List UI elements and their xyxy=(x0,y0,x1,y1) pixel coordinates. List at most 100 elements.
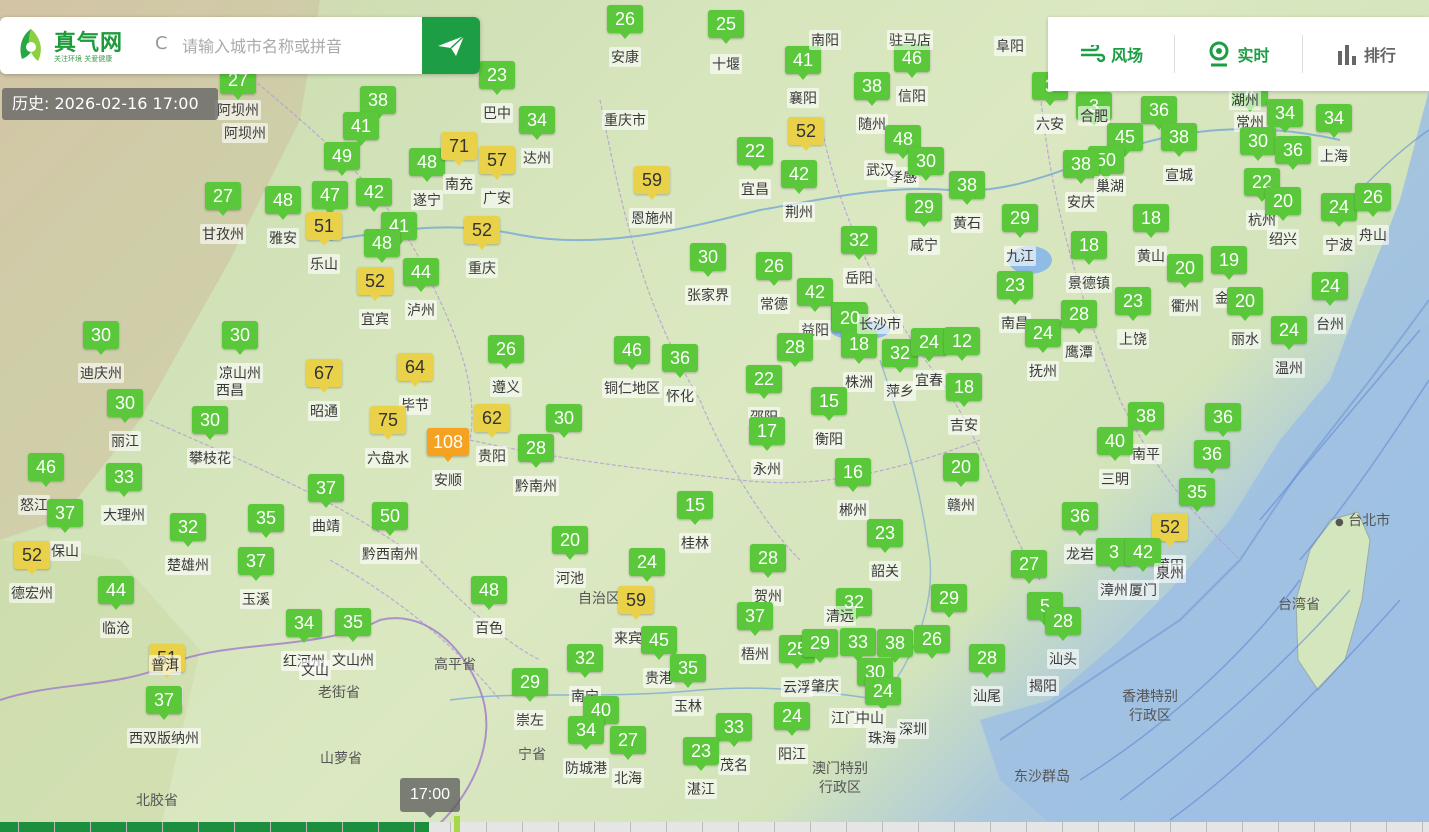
aqi-marker[interactable]: 64 xyxy=(397,353,433,387)
aqi-marker[interactable]: 24 xyxy=(1025,319,1061,353)
aqi-marker[interactable]: 37 xyxy=(238,547,274,581)
aqi-marker[interactable]: 16 xyxy=(835,458,871,492)
aqi-marker[interactable]: 59 xyxy=(634,166,670,200)
aqi-marker[interactable]: 34 xyxy=(286,609,322,643)
aqi-marker[interactable]: 24 xyxy=(865,677,901,711)
timeline-slider[interactable] xyxy=(0,822,1429,832)
aqi-marker[interactable]: 42 xyxy=(356,178,392,212)
ranking-toggle[interactable]: 排行 xyxy=(1301,35,1429,73)
aqi-marker[interactable]: 29 xyxy=(906,193,942,227)
aqi-marker[interactable]: 24 xyxy=(1271,316,1307,350)
aqi-marker[interactable]: 59 xyxy=(618,586,654,620)
aqi-marker[interactable]: 52 xyxy=(1152,513,1188,547)
aqi-marker[interactable]: 52 xyxy=(14,541,50,575)
aqi-marker[interactable]: 37 xyxy=(146,686,182,720)
aqi-marker[interactable]: 29 xyxy=(931,584,967,618)
aqi-marker[interactable]: 57 xyxy=(479,146,515,180)
aqi-marker[interactable]: 34 xyxy=(568,716,604,750)
aqi-marker[interactable]: 42 xyxy=(797,278,833,312)
aqi-marker[interactable]: 38 xyxy=(1161,123,1197,157)
aqi-marker[interactable]: 24 xyxy=(629,548,665,582)
aqi-marker[interactable]: 34 xyxy=(519,106,555,140)
aqi-marker[interactable]: 30 xyxy=(107,389,143,423)
aqi-marker[interactable]: 20 xyxy=(1227,287,1263,321)
aqi-marker[interactable]: 36 xyxy=(1205,403,1241,437)
aqi-marker[interactable]: 28 xyxy=(518,434,554,468)
realtime-toggle[interactable]: 实时 xyxy=(1174,35,1301,73)
aqi-marker[interactable]: 24 xyxy=(1312,272,1348,306)
aqi-marker[interactable]: 29 xyxy=(1002,204,1038,238)
aqi-marker[interactable]: 42 xyxy=(781,160,817,194)
aqi-marker[interactable]: 29 xyxy=(512,668,548,702)
aqi-marker[interactable]: 42 xyxy=(1125,538,1161,572)
aqi-marker[interactable]: 47 xyxy=(312,181,348,215)
aqi-marker[interactable]: 49 xyxy=(324,142,360,176)
aqi-marker[interactable]: 24 xyxy=(774,702,810,736)
aqi-marker[interactable]: 32 xyxy=(567,644,603,678)
aqi-marker[interactable]: 35 xyxy=(335,608,371,642)
wind-field-toggle[interactable]: 风场 xyxy=(1048,35,1174,73)
aqi-marker[interactable]: 32 xyxy=(841,226,877,260)
aqi-marker[interactable]: 24 xyxy=(1321,193,1357,227)
aqi-marker[interactable]: 48 xyxy=(471,576,507,610)
aqi-marker[interactable]: 35 xyxy=(1179,478,1215,512)
aqi-marker[interactable]: 26 xyxy=(488,335,524,369)
aqi-marker[interactable]: 38 xyxy=(854,72,890,106)
aqi-marker[interactable]: 20 xyxy=(1167,254,1203,288)
aqi-marker[interactable]: 38 xyxy=(360,86,396,120)
aqi-marker[interactable]: 48 xyxy=(364,229,400,263)
aqi-marker[interactable]: 38 xyxy=(949,171,985,205)
aqi-marker[interactable]: 51 xyxy=(306,212,342,246)
aqi-marker[interactable]: 15 xyxy=(677,491,713,525)
aqi-marker[interactable]: 52 xyxy=(788,117,824,151)
aqi-marker[interactable]: 18 xyxy=(1071,231,1107,265)
aqi-marker[interactable]: 23 xyxy=(683,737,719,771)
aqi-marker[interactable]: 30 xyxy=(690,243,726,277)
aqi-marker[interactable]: 26 xyxy=(756,252,792,286)
aqi-marker[interactable]: 25 xyxy=(708,10,744,44)
aqi-marker[interactable]: 34 xyxy=(1267,99,1303,133)
aqi-marker[interactable]: 28 xyxy=(969,644,1005,678)
aqi-marker[interactable]: 36 xyxy=(662,344,698,378)
aqi-marker[interactable]: 19 xyxy=(1211,246,1247,280)
aqi-marker[interactable]: 32 xyxy=(170,513,206,547)
aqi-marker[interactable]: 26 xyxy=(607,5,643,39)
aqi-marker[interactable]: 33 xyxy=(840,628,876,662)
aqi-marker[interactable]: 23 xyxy=(997,271,1033,305)
aqi-marker[interactable]: 30 xyxy=(83,321,119,355)
aqi-marker[interactable]: 27 xyxy=(1011,550,1047,584)
aqi-marker[interactable]: 62 xyxy=(474,404,510,438)
aqi-marker[interactable]: 48 xyxy=(409,148,445,182)
aqi-marker[interactable]: 18 xyxy=(1133,204,1169,238)
aqi-marker[interactable]: 46 xyxy=(28,453,64,487)
aqi-marker[interactable]: 35 xyxy=(670,654,706,688)
aqi-marker[interactable]: 18 xyxy=(946,373,982,407)
aqi-marker[interactable]: 44 xyxy=(403,258,439,292)
aqi-marker[interactable]: 17 xyxy=(749,417,785,451)
aqi-marker[interactable]: 37 xyxy=(47,499,83,533)
aqi-marker[interactable]: 52 xyxy=(357,267,393,301)
aqi-marker[interactable]: 24 xyxy=(911,328,947,362)
aqi-marker[interactable]: 30 xyxy=(192,406,228,440)
aqi-marker[interactable]: 36 xyxy=(1062,502,1098,536)
aqi-marker[interactable]: 30 xyxy=(222,321,258,355)
aqi-marker[interactable]: 12 xyxy=(944,327,980,361)
aqi-marker[interactable]: 71 xyxy=(441,132,477,166)
aqi-marker[interactable]: 45 xyxy=(641,626,677,660)
aqi-marker[interactable]: 30 xyxy=(908,147,944,181)
aqi-marker[interactable]: 36 xyxy=(1275,136,1311,170)
aqi-marker[interactable]: 41 xyxy=(343,112,379,146)
aqi-marker[interactable]: 23 xyxy=(867,519,903,553)
aqi-marker[interactable]: 38 xyxy=(1128,402,1164,436)
logo[interactable]: 真气网 关注环境 关爱健康 xyxy=(12,25,142,65)
aqi-marker[interactable]: 46 xyxy=(614,336,650,370)
aqi-marker[interactable]: 18 xyxy=(841,330,877,364)
aqi-marker[interactable]: 40 xyxy=(1097,427,1133,461)
aqi-marker[interactable]: 28 xyxy=(1061,300,1097,334)
aqi-marker[interactable]: 50 xyxy=(372,502,408,536)
aqi-marker[interactable]: 48 xyxy=(265,186,301,220)
aqi-marker[interactable]: 28 xyxy=(1045,607,1081,641)
aqi-marker[interactable]: 67 xyxy=(306,359,342,393)
aqi-marker[interactable]: 38 xyxy=(877,629,913,663)
aqi-marker[interactable]: 30 xyxy=(1240,127,1276,161)
